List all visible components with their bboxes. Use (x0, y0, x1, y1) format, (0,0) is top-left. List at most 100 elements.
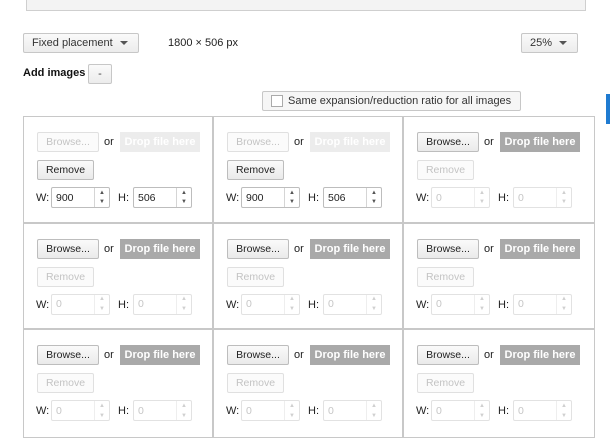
stepper-up-icon[interactable]: ▲ (475, 401, 489, 411)
width-input[interactable]: 0 ▲ ▼ (431, 400, 490, 422)
width-stepper[interactable]: ▲ ▼ (474, 294, 489, 314)
stepper-up-icon[interactable]: ▲ (95, 295, 109, 305)
stepper-up-icon[interactable]: ▲ (177, 295, 191, 305)
width-input[interactable]: 0 ▲ ▼ (51, 400, 110, 422)
remove-button[interactable]: Remove (227, 160, 284, 180)
stepper-down-icon[interactable]: ▼ (285, 411, 299, 421)
same-ratio-option[interactable]: Same expansion/reduction ratio for all i… (262, 91, 521, 111)
stepper-down-icon[interactable]: ▼ (557, 411, 571, 421)
height-input[interactable]: 0 ▲ ▼ (513, 187, 572, 208)
drop-file-zone[interactable]: Drop file here (500, 238, 580, 259)
width-stepper[interactable]: ▲ ▼ (474, 401, 489, 421)
width-stepper[interactable]: ▲ ▼ (474, 188, 489, 207)
width-input[interactable]: 0 ▲ ▼ (431, 187, 490, 208)
height-stepper[interactable]: ▲ ▼ (556, 294, 571, 314)
remove-button[interactable]: Remove (37, 160, 94, 180)
height-stepper[interactable]: ▲ ▼ (176, 188, 191, 207)
drop-file-zone[interactable]: Drop file here (120, 132, 200, 152)
height-stepper[interactable]: ▲ ▼ (176, 401, 191, 421)
stepper-down-icon[interactable]: ▼ (177, 198, 191, 208)
drop-file-zone[interactable]: Drop file here (310, 132, 390, 152)
height-input[interactable]: 506 ▲ ▼ (133, 187, 192, 208)
browse-button[interactable]: Browse... (37, 238, 99, 259)
stepper-down-icon[interactable]: ▼ (95, 198, 109, 208)
height-stepper[interactable]: ▲ ▼ (366, 294, 381, 314)
remove-button[interactable]: Remove (37, 266, 94, 287)
width-stepper[interactable]: ▲ ▼ (284, 294, 299, 314)
drop-file-zone[interactable]: Drop file here (500, 132, 580, 152)
width-stepper[interactable]: ▲ ▼ (94, 294, 109, 314)
stepper-down-icon[interactable]: ▼ (367, 411, 381, 421)
stepper-down-icon[interactable]: ▼ (557, 304, 571, 314)
stepper-up-icon[interactable]: ▲ (475, 295, 489, 305)
width-input[interactable]: 0 ▲ ▼ (431, 293, 490, 315)
width-input[interactable]: 900 ▲ ▼ (241, 187, 300, 208)
browse-button[interactable]: Browse... (37, 345, 99, 366)
browse-button[interactable]: Browse... (417, 238, 479, 259)
drop-file-zone[interactable]: Drop file here (120, 345, 200, 366)
drop-file-zone[interactable]: Drop file here (310, 345, 390, 366)
browse-button[interactable]: Browse... (227, 132, 289, 152)
stepper-down-icon[interactable]: ▼ (475, 198, 489, 208)
width-stepper[interactable]: ▲ ▼ (284, 401, 299, 421)
height-input[interactable]: 0 ▲ ▼ (133, 400, 192, 422)
browse-button[interactable]: Browse... (37, 132, 99, 152)
height-input[interactable]: 0 ▲ ▼ (133, 293, 192, 315)
remove-button[interactable]: Remove (37, 373, 94, 394)
height-stepper[interactable]: ▲ ▼ (366, 188, 381, 207)
width-input[interactable]: 900 ▲ ▼ (51, 187, 110, 208)
same-ratio-checkbox[interactable] (271, 95, 283, 107)
remove-button[interactable]: Remove (417, 160, 474, 180)
stepper-down-icon[interactable]: ▼ (367, 304, 381, 314)
height-stepper[interactable]: ▲ ▼ (556, 401, 571, 421)
drop-file-zone[interactable]: Drop file here (500, 345, 580, 366)
zoom-dropdown[interactable]: 25% (521, 33, 578, 53)
browse-button[interactable]: Browse... (417, 345, 479, 366)
stepper-down-icon[interactable]: ▼ (285, 304, 299, 314)
stepper-up-icon[interactable]: ▲ (177, 188, 191, 198)
remove-button[interactable]: Remove (227, 266, 284, 287)
browse-button[interactable]: Browse... (227, 238, 289, 259)
stepper-down-icon[interactable]: ▼ (367, 198, 381, 208)
drop-file-zone[interactable]: Drop file here (120, 238, 200, 259)
remove-button[interactable]: Remove (417, 266, 474, 287)
stepper-up-icon[interactable]: ▲ (475, 188, 489, 198)
stepper-up-icon[interactable]: ▲ (557, 401, 571, 411)
stepper-up-icon[interactable]: ▲ (285, 401, 299, 411)
stepper-up-icon[interactable]: ▲ (367, 295, 381, 305)
height-stepper[interactable]: ▲ ▼ (556, 188, 571, 207)
width-input[interactable]: 0 ▲ ▼ (51, 293, 110, 315)
stepper-up-icon[interactable]: ▲ (557, 188, 571, 198)
remove-image-slot-button[interactable]: - (88, 64, 112, 84)
browse-button[interactable]: Browse... (227, 345, 289, 366)
stepper-up-icon[interactable]: ▲ (285, 188, 299, 198)
stepper-up-icon[interactable]: ▲ (557, 295, 571, 305)
stepper-up-icon[interactable]: ▲ (177, 401, 191, 411)
stepper-down-icon[interactable]: ▼ (475, 304, 489, 314)
stepper-up-icon[interactable]: ▲ (95, 401, 109, 411)
width-input[interactable]: 0 ▲ ▼ (241, 293, 300, 315)
stepper-down-icon[interactable]: ▼ (475, 411, 489, 421)
stepper-up-icon[interactable]: ▲ (95, 188, 109, 198)
remove-button[interactable]: Remove (227, 373, 284, 394)
width-stepper[interactable]: ▲ ▼ (284, 188, 299, 207)
browse-button[interactable]: Browse... (417, 132, 479, 152)
height-stepper[interactable]: ▲ ▼ (176, 294, 191, 314)
side-scroll-tab[interactable] (606, 94, 610, 124)
remove-button[interactable]: Remove (417, 373, 474, 394)
stepper-down-icon[interactable]: ▼ (177, 304, 191, 314)
drop-file-zone[interactable]: Drop file here (310, 238, 390, 259)
width-stepper[interactable]: ▲ ▼ (94, 188, 109, 207)
height-input[interactable]: 0 ▲ ▼ (323, 293, 382, 315)
stepper-up-icon[interactable]: ▲ (285, 295, 299, 305)
stepper-down-icon[interactable]: ▼ (285, 198, 299, 208)
stepper-up-icon[interactable]: ▲ (367, 188, 381, 198)
width-input[interactable]: 0 ▲ ▼ (241, 400, 300, 422)
height-stepper[interactable]: ▲ ▼ (366, 401, 381, 421)
stepper-down-icon[interactable]: ▼ (95, 411, 109, 421)
height-input[interactable]: 0 ▲ ▼ (513, 293, 572, 315)
stepper-down-icon[interactable]: ▼ (177, 411, 191, 421)
stepper-down-icon[interactable]: ▼ (95, 304, 109, 314)
stepper-down-icon[interactable]: ▼ (557, 198, 571, 208)
placement-dropdown[interactable]: Fixed placement (23, 33, 139, 53)
